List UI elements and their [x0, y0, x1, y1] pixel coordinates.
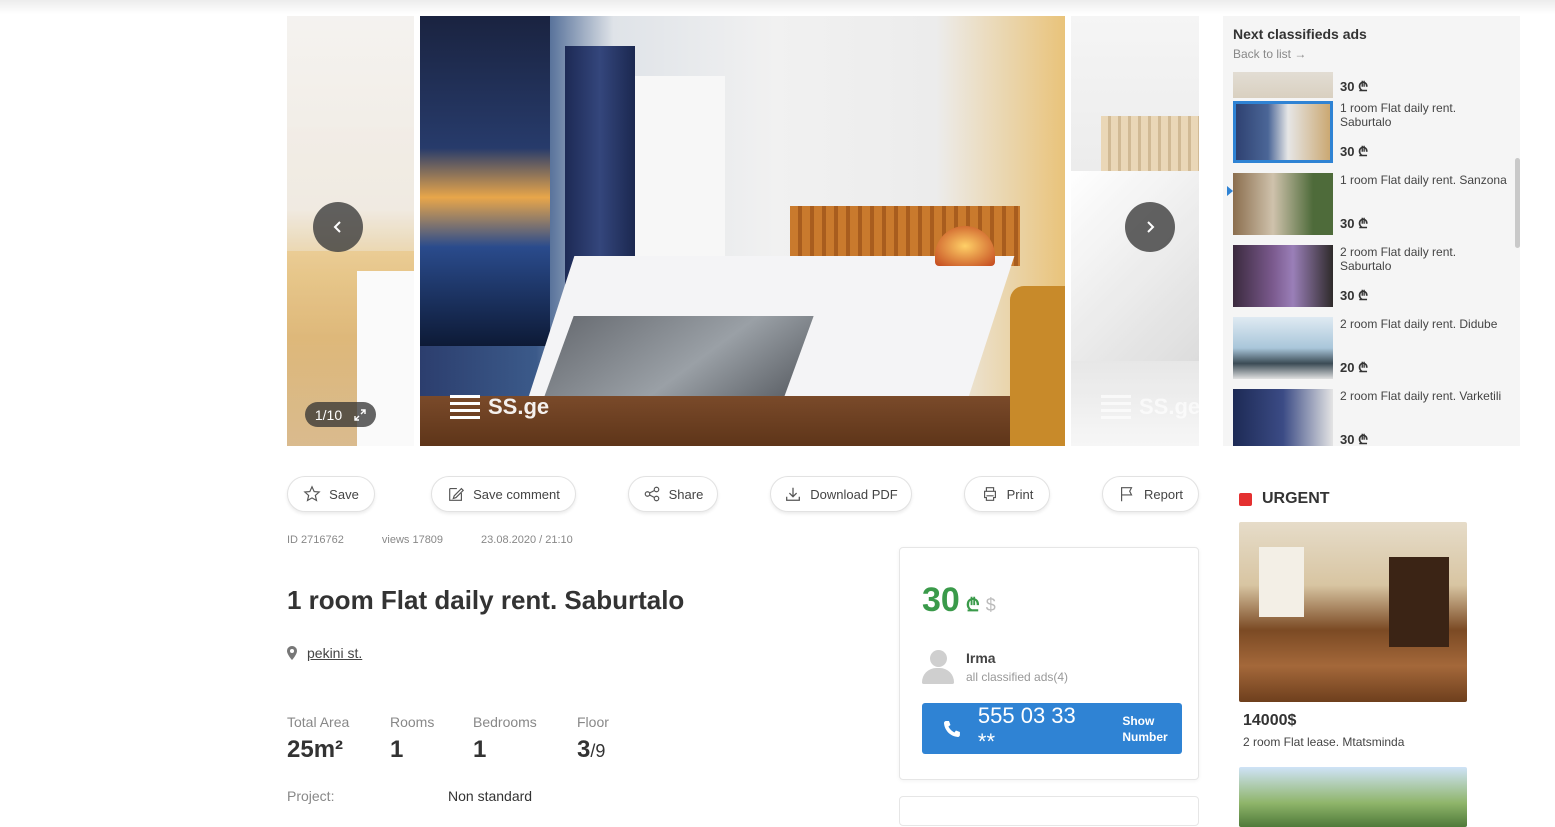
gallery-main-image[interactable]: SS.ge: [420, 16, 1065, 446]
next-ads-title: Next classifieds ads: [1233, 26, 1367, 42]
spec-rooms: Rooms 1: [390, 714, 435, 763]
watermark-next: SS.ge: [1101, 394, 1199, 420]
gallery-counter[interactable]: 1/10: [305, 402, 376, 427]
gallery-prev-button[interactable]: [313, 202, 363, 252]
chair: [1010, 286, 1065, 446]
share-icon: [644, 486, 659, 502]
next-ads-scrollbar[interactable]: [1515, 158, 1520, 248]
urgent-ad-image-2[interactable]: [1239, 767, 1467, 827]
photo-gallery: SS.ge SS.ge 1/10: [287, 16, 1199, 446]
active-item-marker-icon: [1227, 186, 1233, 196]
urgent-ad-price: 14000$: [1243, 712, 1297, 729]
wall-picture: [420, 16, 550, 346]
action-bar: Save Save comment Share Download PDF Pri…: [287, 476, 1199, 512]
avatar: [922, 650, 954, 684]
ad-thumbnail: [1233, 389, 1333, 446]
report-button[interactable]: Report: [1102, 476, 1199, 512]
ad-thumbnail: [1233, 317, 1333, 379]
next-ads-list: 30 ₾ 1 room Flat daily rent. Saburtalo 30…: [1223, 72, 1520, 446]
urgent-square-icon: [1239, 492, 1252, 506]
chevron-left-icon: [333, 221, 341, 233]
price-box: 30 ₾ $ Irma all classified ads(4) 555 03…: [899, 547, 1199, 780]
secondary-box: [899, 796, 1199, 826]
list-item[interactable]: 2 room Flat daily rent. Saburtalo 30 ₾: [1233, 245, 1513, 309]
ad-thumbnail: [1233, 173, 1333, 235]
top-bar: [0, 0, 1555, 14]
list-item[interactable]: 2 room Flat daily rent. Varketili 30 ₾: [1233, 389, 1513, 446]
flag-icon: [1120, 487, 1133, 502]
page-title: 1 room Flat daily rent. Saburtalo: [287, 585, 685, 615]
spec-total-area: Total Area 25m²: [287, 714, 350, 763]
watermark: SS.ge: [450, 394, 549, 420]
spec-bedrooms: Bedrooms 1: [473, 714, 537, 763]
currency-gel-toggle[interactable]: ₾: [966, 593, 980, 617]
expand-icon: [354, 408, 366, 421]
seller-all-ads-link[interactable]: all classified ads(4): [966, 670, 1068, 684]
back-to-list-link[interactable]: Back to list →: [1233, 47, 1306, 61]
ad-thumbnail: [1233, 72, 1333, 98]
phone-number: 555 03 33 **: [977, 702, 1076, 754]
list-item[interactable]: 1 room Flat daily rent. Sanzona 30 ₾: [1233, 173, 1513, 237]
logo-lines-icon: [1101, 395, 1131, 419]
pillow-shape: [1071, 171, 1199, 361]
listing-date: 23.08.2020 / 21:10: [481, 534, 573, 546]
seller-name: Irma: [966, 650, 996, 666]
project-value: Non standard: [448, 788, 533, 804]
gallery-next-button[interactable]: [1125, 202, 1175, 252]
project-label: Project:: [287, 788, 335, 804]
list-item-active[interactable]: 1 room Flat daily rent. Saburtalo 30 ₾: [1233, 101, 1513, 165]
currency-usd-toggle[interactable]: $: [986, 595, 996, 616]
chevron-right-icon: [1147, 221, 1155, 233]
star-icon: [303, 485, 321, 502]
logo-lines-icon: [450, 395, 480, 419]
spec-floor: Floor 3/9: [577, 714, 609, 763]
seller: Irma all classified ads(4): [922, 650, 1068, 684]
list-item[interactable]: 30 ₾: [1233, 72, 1513, 100]
window: [635, 76, 725, 276]
specs: Total Area 25m² Rooms 1 Bedrooms 1 Floor…: [287, 714, 657, 764]
download-icon: [786, 487, 801, 501]
print-button[interactable]: Print: [964, 476, 1050, 512]
download-pdf-button[interactable]: Download PDF: [770, 476, 912, 512]
show-number-button[interactable]: 555 03 33 ** Show Number: [922, 703, 1182, 754]
share-button[interactable]: Share: [628, 476, 718, 512]
show-number-label: Show Number: [1122, 713, 1168, 744]
listing-meta: ID 2716762 views 17809 23.08.2020 / 21:1…: [287, 534, 573, 546]
listing-views: views 17809: [381, 534, 444, 546]
ad-thumbnail: [1233, 245, 1333, 307]
save-comment-button[interactable]: Save comment: [431, 476, 576, 512]
edit-icon: [449, 487, 465, 501]
save-button[interactable]: Save: [287, 476, 375, 512]
printer-icon: [983, 487, 996, 501]
location-pin-icon: [287, 646, 297, 660]
listing-id: ID 2716762: [287, 534, 344, 546]
address: pekini st.: [287, 645, 362, 661]
urgent-ad-image[interactable]: [1239, 522, 1467, 702]
urgent-heading: URGENT: [1239, 490, 1330, 508]
headboard-shape: [1101, 116, 1199, 171]
list-item[interactable]: 2 room Flat daily rent. Didube 20 ₾: [1233, 317, 1513, 381]
address-link[interactable]: pekini st.: [307, 645, 362, 661]
urgent-ad-title[interactable]: 2 room Flat lease. Mtatsminda: [1243, 735, 1404, 749]
phone-icon: [943, 720, 960, 737]
next-ads-panel: Next classifieds ads Back to list → 30 ₾…: [1223, 16, 1520, 446]
ad-thumbnail: [1233, 101, 1333, 163]
price: 30 ₾ $: [922, 581, 996, 619]
